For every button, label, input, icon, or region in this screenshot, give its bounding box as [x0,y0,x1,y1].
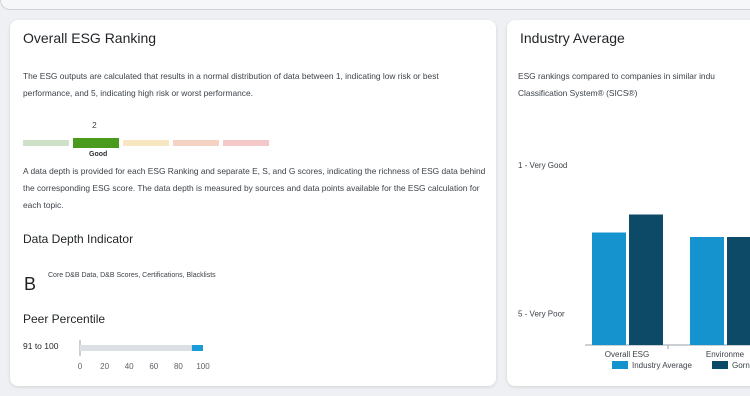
bar [727,237,750,345]
tick-label: 0 [78,362,83,371]
bar [592,232,626,345]
industry-average-card: Industry Average ESG rankings compared t… [507,20,750,386]
ranking-segment [123,140,169,146]
legend-label: Gorn [732,361,750,370]
x-tick-label: Environme [706,350,745,359]
y-tick-label: 1 - Very Good [518,161,567,170]
ranking-segment [173,140,219,146]
tick-label: 40 [125,362,134,371]
card-title: Industry Average [520,30,625,46]
bar [690,237,724,345]
legend-label: Industry Average [632,361,692,370]
ranking-segment [73,138,119,148]
tick-label: 100 [196,362,210,371]
ranking-label: Good [89,151,108,158]
peer-percentile-title: Peer Percentile [23,312,106,326]
industry-average-text: ESG rankings compared to companies in si… [518,71,715,98]
ranking-value: 2 [92,120,97,130]
bar [629,214,663,345]
esg-intro-text: The ESG outputs are calculated that resu… [23,71,439,98]
ranking-segment [223,140,269,146]
data-depth-title: Data Depth Indicator [23,232,134,246]
legend-swatch [712,361,728,369]
peer-percentile-value: 91 to 100 [23,341,59,351]
percentile-track [80,345,203,351]
data-depth-text: A data depth is provided for each ESG Ra… [23,166,486,210]
card-title: Overall ESG Ranking [23,30,157,46]
tick-label: 80 [174,362,183,371]
percentile-bar [191,345,203,351]
peer-percentile-chart: 0 20 40 60 80 100 [78,340,210,371]
tick-label: 60 [149,362,158,371]
data-depth-description: Core D&B Data, D&B Scores, Certification… [48,272,216,279]
x-tick-label: Overall ESG [605,350,649,359]
ranking-segment [23,140,69,146]
overall-esg-ranking-card: Overall ESG Ranking The ESG outputs are … [10,20,496,386]
legend-swatch [612,361,628,369]
industry-average-chart: 1 - Very Good 5 - Very Poor Overall ESG Env… [518,161,750,370]
top-panel-edge [0,0,750,10]
y-tick-label: 5 - Very Poor [518,310,565,319]
data-depth-letter: B [24,274,37,294]
tick-label: 20 [100,362,109,371]
